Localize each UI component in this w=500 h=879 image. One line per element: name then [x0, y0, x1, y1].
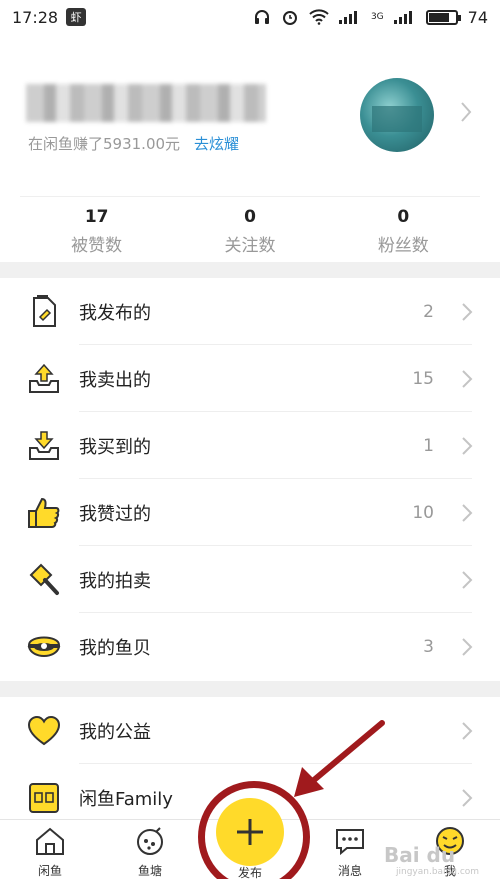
chevron-right-icon: [462, 503, 473, 522]
heart-icon: [26, 713, 62, 749]
network-type-label: 3G: [370, 12, 384, 22]
chevron-right-icon: [462, 436, 473, 455]
stats-row: 17 被赞数 0 关注数 0 粉丝数: [20, 196, 480, 262]
stat-value: 17: [84, 207, 109, 227]
menu-item-sold[interactable]: 我卖出的 15: [0, 345, 500, 412]
signal-icon: [338, 11, 357, 24]
tab-label: 消息: [337, 864, 362, 878]
plus-icon: [237, 819, 263, 845]
menu-item-label: 我卖出的: [79, 369, 151, 391]
annotation-arrow: [294, 720, 385, 797]
section-divider: [0, 262, 500, 278]
chevron-right-icon: [462, 302, 473, 321]
stat-label: 被赞数: [71, 236, 123, 256]
tab-home[interactable]: 闲鱼: [20, 826, 80, 879]
status-bar: 17:28 虾 3G 74: [0, 0, 500, 34]
menu-group-main: 我发布的 2 我卖出的 15 我买到的 1 我赞过的 10 我的拍卖 我的鱼贝 …: [0, 278, 500, 680]
watermark-url: jingyan.baidu.com: [396, 867, 480, 877]
menu-item-label: 我的拍卖: [79, 570, 151, 592]
stat-value: 0: [397, 207, 410, 227]
tab-messages[interactable]: 消息: [320, 826, 380, 879]
menu-item-auction[interactable]: 我的拍卖: [0, 546, 500, 613]
alarm-icon: [282, 11, 297, 25]
nickname-redacted: [26, 84, 266, 122]
battery-icon: [425, 9, 461, 25]
home-icon: [36, 827, 64, 855]
earnings-text: 在闲鱼赚了5931.00元: [28, 135, 181, 153]
menu-item-label: 我赞过的: [79, 503, 151, 525]
tab-label-publish: 发布: [237, 866, 262, 879]
earnings-line: 在闲鱼赚了5931.00元 去炫耀: [28, 133, 239, 154]
menu-item-bought[interactable]: 我买到的 1: [0, 412, 500, 479]
battery-percent: 74: [467, 7, 488, 27]
section-divider: [0, 681, 500, 697]
menu-item-charity[interactable]: 我的公益: [0, 697, 500, 764]
menu-item-liked[interactable]: 我赞过的 10: [0, 479, 500, 546]
family-badge-icon: [26, 780, 62, 816]
avatar[interactable]: [360, 78, 434, 152]
status-time: 17:28: [12, 7, 59, 27]
watermark-logo: Bai du: [384, 843, 456, 867]
profile-header[interactable]: 在闲鱼赚了5931.00元 去炫耀: [0, 34, 500, 194]
tab-label: 闲鱼: [37, 864, 62, 878]
menu-item-count: 1: [423, 435, 434, 456]
brag-link[interactable]: 去炫耀: [194, 133, 239, 154]
fishpond-icon: [137, 827, 163, 855]
tray-download-icon: [26, 428, 62, 464]
auction-hammer-icon: [26, 562, 62, 598]
document-pen-icon: [26, 294, 62, 330]
chevron-right-icon: [462, 369, 473, 388]
menu-item-my-posts[interactable]: 我发布的 2: [0, 278, 500, 345]
app-notification-icon: 虾: [66, 8, 87, 26]
chevron-right-icon: [462, 637, 473, 656]
tab-label: 鱼塘: [137, 864, 162, 878]
menu-item-label: 我买到的: [79, 436, 151, 458]
stat-likes[interactable]: 17 被赞数: [20, 197, 173, 262]
tab-fishpond[interactable]: 鱼塘: [120, 826, 180, 879]
menu-item-label: 我的公益: [79, 721, 151, 743]
chevron-right-icon: [462, 570, 473, 589]
headphones-icon: [254, 10, 269, 24]
stat-label: 粉丝数: [377, 236, 429, 256]
stat-label: 关注数: [224, 236, 276, 256]
wifi-icon: [309, 9, 329, 25]
menu-item-count: 3: [423, 636, 434, 657]
menu-item-count: 10: [412, 502, 434, 523]
chevron-right-icon: [461, 102, 472, 122]
chat-bubble-icon: [336, 829, 364, 856]
stat-following[interactable]: 0 关注数: [173, 197, 326, 262]
thumbs-up-icon: [26, 495, 62, 531]
menu-item-label: 我的鱼贝: [79, 637, 151, 659]
chevron-right-icon: [462, 721, 473, 740]
menu-item-count: 15: [412, 368, 434, 389]
menu-item-count: 2: [423, 301, 434, 322]
publish-button[interactable]: [216, 798, 284, 866]
signal-icon-2: [393, 11, 412, 24]
menu-item-label: 我发布的: [79, 302, 151, 324]
stat-value: 0: [244, 207, 256, 227]
menu-item-fish-shells[interactable]: 我的鱼贝 3: [0, 613, 500, 680]
shell-pearl-icon: [26, 629, 62, 665]
chevron-right-icon: [462, 788, 473, 807]
stat-followers[interactable]: 0 粉丝数: [327, 197, 480, 262]
menu-item-label: 闲鱼Family: [79, 788, 173, 810]
tray-upload-icon: [26, 361, 62, 397]
